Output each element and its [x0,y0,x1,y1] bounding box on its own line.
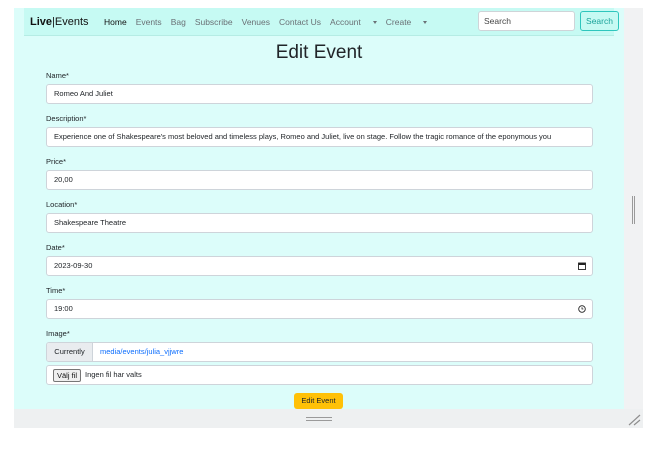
price-field[interactable]: 20,00 [46,170,593,190]
calendar-icon[interactable] [578,262,586,270]
nav-create-dropdown[interactable]: Create [386,17,428,27]
currently-tag: Currently [47,343,93,361]
page-viewport: Live|Events Home Events Bag Subscribe Ve… [14,8,624,409]
nav-events[interactable]: Events [136,17,162,27]
date-field[interactable]: 2023-09-30 [46,256,593,276]
navbar: Live|Events Home Events Bag Subscribe Ve… [24,8,619,36]
caret-down-icon [372,21,377,25]
current-image-link[interactable]: media/events/julia_vjjwre [100,343,183,361]
nav-subscribe[interactable]: Subscribe [195,17,233,27]
page-title: Edit Event [275,42,363,63]
nav-links: Home Events Bag Subscribe Venues Contact… [104,17,436,27]
brand-logo[interactable]: Live|Events [30,16,89,28]
horizontal-resize-bar[interactable] [14,409,643,428]
nav-venues[interactable]: Venues [242,17,270,27]
edit-event-button[interactable]: Edit Event [294,393,343,409]
image-label: Image* [46,329,70,338]
description-field[interactable]: Experience one of Shakespeare's most bel… [46,127,593,147]
browser-canvas: Live|Events Home Events Bag Subscribe Ve… [0,0,667,449]
nav-home[interactable]: Home [104,17,127,27]
current-image-group: Currently media/events/julia_vjjwre [46,342,593,362]
time-field[interactable]: 19:00 [46,299,593,319]
price-label: Price* [46,157,67,166]
search-input[interactable] [478,11,575,31]
resizable-frame: Live|Events Home Events Bag Subscribe Ve… [14,8,643,428]
choose-file-button[interactable]: Välj fil [53,369,82,382]
nav-bag[interactable]: Bag [171,17,186,27]
nav-create-label: Create [385,17,412,27]
file-status-text: Ingen fil har valts [85,370,142,379]
horizontal-grip-icon[interactable] [306,417,332,421]
location-field[interactable]: Shakespeare Theatre [46,213,593,233]
description-label: Description* [46,114,87,123]
date-value: 2023-09-30 [54,261,93,270]
nav-account-dropdown[interactable]: Account [330,17,377,27]
vertical-grip-icon[interactable] [632,196,635,224]
name-field[interactable]: Romeo And Juliet [46,84,593,104]
file-input[interactable]: Välj fil Ingen fil har valts [46,365,593,385]
location-label: Location* [46,200,78,209]
vertical-resize-bar[interactable] [624,8,643,409]
nav-account-label: Account [330,17,361,27]
resize-corner-icon[interactable] [626,412,642,426]
nav-contact[interactable]: Contact Us [279,17,321,27]
brand-rest-text: Events [54,16,89,28]
brand-bold-text: Live [30,16,53,28]
clock-icon[interactable] [578,305,586,313]
caret-down-icon [423,21,428,25]
search-button[interactable]: Search [580,11,619,31]
date-label: Date* [46,243,65,252]
time-value: 19:00 [54,304,73,313]
time-label: Time* [46,286,66,295]
name-label: Name* [46,71,69,80]
